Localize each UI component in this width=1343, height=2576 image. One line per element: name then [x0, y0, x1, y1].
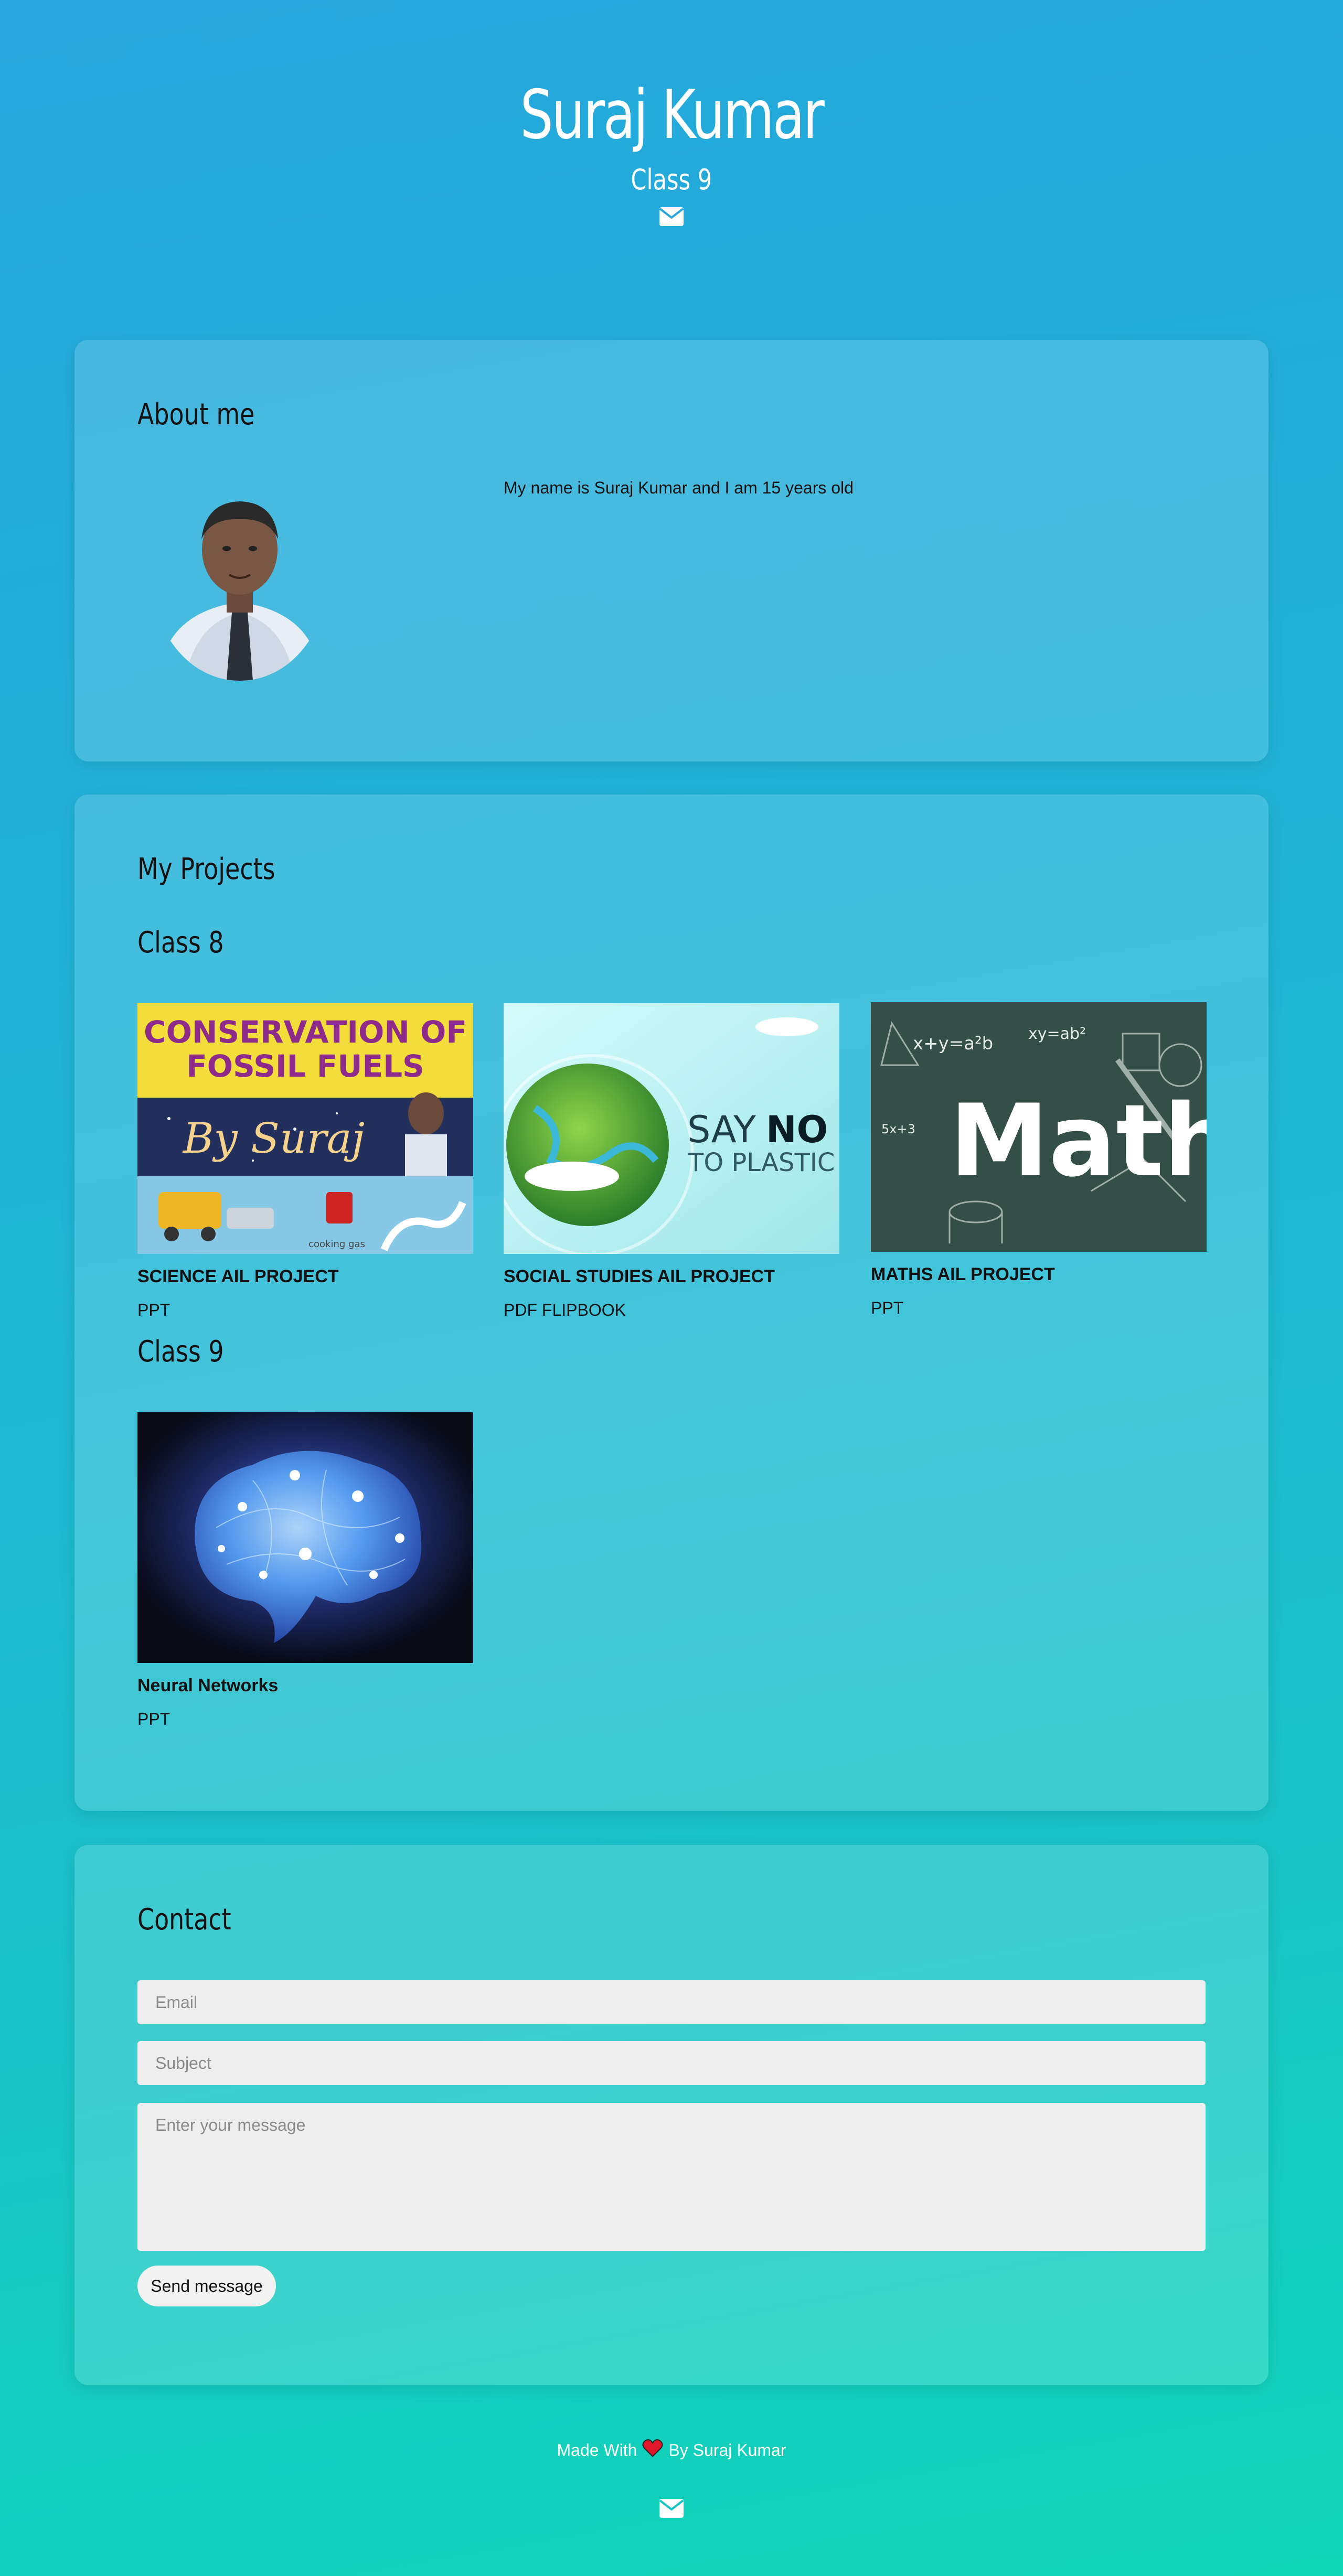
contact-card: Contact Email Subject Enter your message…	[74, 1845, 1269, 2385]
project-thumbnail-science[interactable]: CONSERVATION OF FOSSIL FUELS By Suraj co…	[137, 1003, 473, 1254]
message-textarea[interactable]: Enter your message	[137, 2103, 1206, 2251]
profile-photo	[153, 481, 326, 681]
contact-heading: Contact	[137, 1903, 231, 1937]
about-card: About me My name is Suraj Kumar and I am…	[74, 340, 1269, 761]
project-card-social[interactable]: SAY NO TO PLASTIC SOCIAL STUDIES AIL PRO…	[504, 1003, 839, 1320]
project-type-social: PDF FLIPBOOK	[504, 1301, 626, 1319]
thumb-text-eq1: x+y=a²b	[913, 1033, 993, 1054]
thumb-text-byline: By Suraj	[182, 1114, 365, 1163]
project-type-neural: PPT	[137, 1710, 170, 1729]
thumb-text-line1: CONSERVATION OF	[144, 1014, 467, 1050]
class9-heading: Class 9	[137, 1335, 224, 1369]
footer: Made With By Suraj Kumar	[0, 2439, 1343, 2521]
footer-made-with: Made With	[557, 2440, 637, 2460]
project-title-social[interactable]: SOCIAL STUDIES AIL PROJECT	[504, 1266, 839, 1287]
email-input[interactable]: Email	[137, 1980, 1206, 2024]
thumb-text-no: NO	[766, 1108, 828, 1151]
project-type-maths: PPT	[871, 1298, 904, 1317]
thumb-text-say: SAY	[687, 1108, 756, 1151]
thumb-text-eq3: 5x+3	[881, 1122, 915, 1136]
project-title-neural[interactable]: Neural Networks	[137, 1676, 473, 1696]
projects-card: My Projects Class 8 CONSERVATION OF FOSS…	[74, 795, 1269, 1811]
project-title-maths[interactable]: MATHS AIL PROJECT	[871, 1264, 1207, 1285]
project-card-neural[interactable]: Neural Networks PPT	[137, 1412, 473, 1729]
envelope-icon[interactable]	[659, 2499, 684, 2520]
envelope-icon[interactable]	[659, 207, 684, 229]
projects-heading: My Projects	[137, 852, 275, 886]
footer-author: By Suraj Kumar	[668, 2440, 786, 2460]
page-subtitle: Class 9	[631, 163, 712, 196]
thumb-text-cooking: cooking gas	[308, 1239, 365, 1250]
project-type-science: PPT	[137, 1301, 170, 1319]
project-card-science[interactable]: CONSERVATION OF FOSSIL FUELS By Suraj co…	[137, 1003, 473, 1320]
project-thumbnail-maths[interactable]: x+y=a²b xy=ab² 5x+3 Math	[871, 1002, 1207, 1252]
heart-icon	[642, 2439, 663, 2462]
footer-credit: Made With By Suraj Kumar	[557, 2439, 786, 2462]
project-title-science[interactable]: SCIENCE AIL PROJECT	[137, 1266, 473, 1287]
project-thumbnail-neural[interactable]	[137, 1412, 473, 1663]
subject-input[interactable]: Subject	[137, 2041, 1206, 2085]
page-title: Suraj Kumar	[520, 76, 824, 154]
thumb-text-eq2: xy=ab²	[1028, 1025, 1086, 1043]
about-text: My name is Suraj Kumar and I am 15 years…	[504, 478, 854, 497]
project-thumbnail-social[interactable]: SAY NO TO PLASTIC	[504, 1003, 839, 1254]
thumb-text-line2: FOSSIL FUELS	[186, 1048, 424, 1084]
about-heading: About me	[137, 398, 255, 432]
thumb-text-toplastic: TO PLASTIC	[688, 1148, 835, 1177]
page-header: Suraj Kumar Class 9	[0, 76, 1343, 229]
class8-heading: Class 8	[137, 926, 224, 960]
project-card-maths[interactable]: x+y=a²b xy=ab² 5x+3 Math MATHS AIL PROJE…	[871, 1002, 1207, 1318]
thumb-text-math: Math	[950, 1083, 1207, 1199]
send-message-button[interactable]: Send message	[137, 2266, 276, 2306]
